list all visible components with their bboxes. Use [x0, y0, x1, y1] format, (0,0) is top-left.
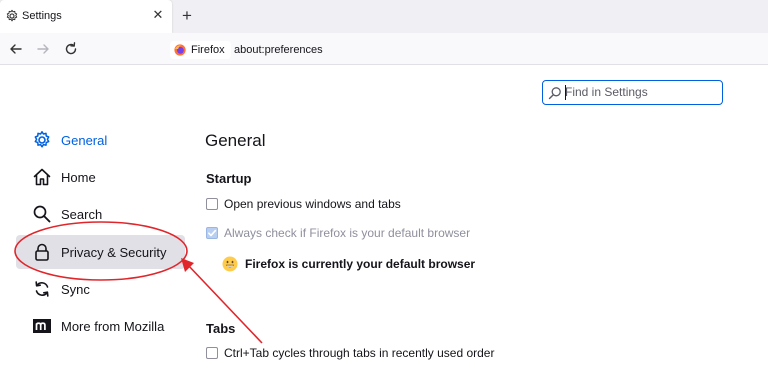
- sidebar-item-label: Privacy & Security: [61, 244, 167, 260]
- url-bar[interactable]: Firefox about:preferences: [166, 38, 768, 62]
- restore-session-row[interactable]: Open previous windows and tabs: [206, 197, 401, 211]
- checkmark-icon: [208, 229, 217, 237]
- sidebar-item-sync[interactable]: Sync: [28, 274, 90, 304]
- tab-settings[interactable]: Settings ✕: [0, 0, 172, 33]
- search-icon: [32, 204, 52, 224]
- sync-icon: [32, 279, 52, 299]
- new-tab-button[interactable]: +: [179, 7, 195, 25]
- sidebar-item-home[interactable]: Home: [28, 162, 96, 192]
- default-browser-check-row[interactable]: Always check if Firefox is your default …: [206, 226, 470, 240]
- reload-icon[interactable]: [62, 40, 80, 58]
- default-browser-check-label[interactable]: Always check if Firefox is your default …: [224, 226, 470, 240]
- startup-heading: Startup: [206, 171, 252, 186]
- url-text[interactable]: about:preferences: [234, 44, 323, 56]
- sidebar-item-label: General: [61, 132, 108, 148]
- forward-arrow-icon[interactable]: [34, 40, 52, 58]
- ctrl-tab-label[interactable]: Ctrl+Tab cycles through tabs in recently…: [224, 346, 494, 360]
- back-arrow-icon[interactable]: [7, 40, 25, 58]
- tab-strip: Settings ✕ +: [0, 0, 768, 33]
- gear-icon: [6, 9, 18, 22]
- search-icon: [548, 87, 561, 100]
- sidebar-item-general[interactable]: General: [28, 125, 107, 155]
- sidebar-item-label: Home: [61, 169, 96, 185]
- home-icon: [32, 167, 52, 187]
- sidebar-item-label: Sync: [61, 281, 90, 297]
- restore-session-checkbox[interactable]: [206, 198, 218, 210]
- sidebar-item-label: More from Mozilla: [61, 318, 165, 334]
- default-browser-checkbox[interactable]: [206, 227, 218, 239]
- restore-session-label[interactable]: Open previous windows and tabs: [224, 197, 401, 211]
- sidebar-item-privacy-security[interactable]: Privacy & Security: [16, 235, 185, 269]
- smiley-icon: [222, 256, 238, 272]
- firefox-logo-icon: [174, 44, 186, 56]
- sidebar-item-search[interactable]: Search: [28, 199, 102, 229]
- ctrl-tab-checkbox[interactable]: [206, 347, 218, 359]
- ctrl-tab-row[interactable]: Ctrl+Tab cycles through tabs in recently…: [206, 346, 494, 360]
- find-in-settings-box[interactable]: [542, 80, 723, 105]
- find-in-settings-input[interactable]: [565, 83, 715, 101]
- sidebar-item-more-from-mozilla[interactable]: More from Mozilla: [28, 311, 164, 341]
- tab-title: Settings: [22, 10, 62, 22]
- lock-icon: [32, 242, 52, 262]
- default-browser-status: Firefox is currently your default browse…: [222, 256, 475, 272]
- mozilla-icon: [32, 316, 52, 336]
- gear-icon: [32, 130, 52, 150]
- navigation-bar: Firefox about:preferences: [0, 33, 768, 65]
- page-title: General: [205, 131, 266, 150]
- identity-label: Firefox: [191, 44, 225, 56]
- default-browser-message: Firefox is currently your default browse…: [245, 257, 476, 271]
- close-tab-icon[interactable]: ✕: [151, 8, 165, 22]
- tabs-heading: Tabs: [206, 321, 236, 336]
- identity-box[interactable]: Firefox: [170, 41, 231, 59]
- sidebar-item-label: Search: [61, 206, 103, 222]
